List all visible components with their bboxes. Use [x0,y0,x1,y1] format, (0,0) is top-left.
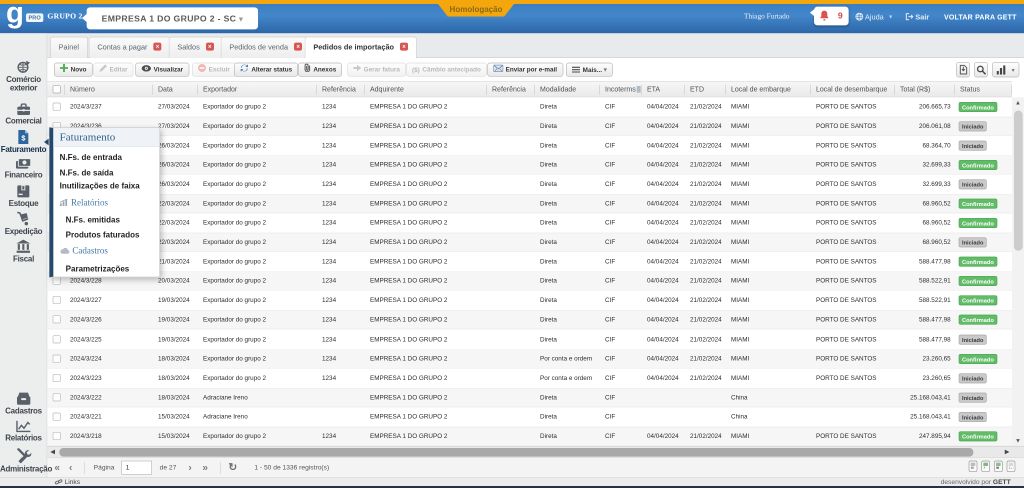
svg-text:$: $ [22,133,26,142]
